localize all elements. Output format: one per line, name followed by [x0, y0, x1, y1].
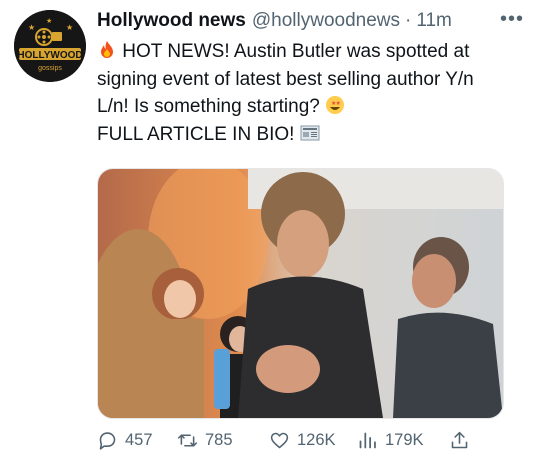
- tweet-text: HOT NEWS! Austin Butler was spotted at s…: [97, 38, 522, 148]
- photo-image: [98, 169, 503, 418]
- avatar[interactable]: ★ ★ ★ HOLLYWOOD gossips: [14, 10, 86, 82]
- tweet-line-text: L/n! Is something starting?: [97, 96, 320, 117]
- tweet-line-4: FULL ARTICLE IN BIO!: [97, 121, 522, 149]
- views-count: 179K: [385, 430, 424, 449]
- separator: ·: [405, 10, 412, 31]
- svg-text:★: ★: [28, 23, 35, 32]
- tweet-line-text: HOT NEWS! Austin Butler was spotted at: [122, 41, 470, 62]
- svg-text:HOLLYWOOD: HOLLYWOOD: [17, 50, 82, 61]
- svg-text:★: ★: [336, 100, 341, 107]
- tweet-actions: 457 785 126K 179K: [97, 427, 497, 453]
- star-struck-emoji-icon: ★ ★: [326, 96, 345, 114]
- tweet-photo[interactable]: [97, 168, 504, 419]
- user-handle[interactable]: @hollywoodnews: [252, 10, 400, 32]
- reply-count: 457: [125, 430, 153, 449]
- fire-icon: [101, 41, 113, 58]
- like-button[interactable]: 126K: [269, 430, 357, 451]
- reply-icon: [99, 431, 116, 450]
- heart-icon: [270, 432, 289, 448]
- svg-text:★: ★: [66, 23, 73, 32]
- views-button[interactable]: 179K: [357, 430, 449, 451]
- tweet-line-text: FULL ARTICLE IN BIO!: [97, 123, 295, 145]
- svg-text:gossips: gossips: [38, 65, 62, 72]
- tweet-line-1: HOT NEWS! Austin Butler was spotted at: [97, 38, 522, 66]
- timestamp[interactable]: 11m: [416, 10, 452, 32]
- share-icon: [451, 431, 468, 448]
- tweet-line-3: L/n! Is something starting? ★ ★: [97, 93, 522, 121]
- display-name[interactable]: Hollywood news: [97, 10, 246, 32]
- tweet-line-2: signing event of latest best selling aut…: [97, 68, 474, 90]
- like-count: 126K: [297, 430, 336, 449]
- newspaper-emoji-icon: [300, 125, 320, 140]
- reply-button[interactable]: 457: [97, 430, 177, 451]
- share-button[interactable]: [449, 430, 477, 451]
- svg-text:★: ★: [46, 17, 52, 25]
- retweet-count: 785: [205, 430, 233, 449]
- hollywood-gossips-logo: ★ ★ ★ HOLLYWOOD gossips: [14, 10, 86, 82]
- more-options-button[interactable]: •••: [500, 8, 524, 31]
- tweet-header: Hollywood news @hollywoodnews · 11m •••: [97, 8, 526, 34]
- views-icon: [359, 432, 376, 448]
- retweet-icon: [177, 433, 198, 447]
- retweet-button[interactable]: 785: [177, 430, 269, 451]
